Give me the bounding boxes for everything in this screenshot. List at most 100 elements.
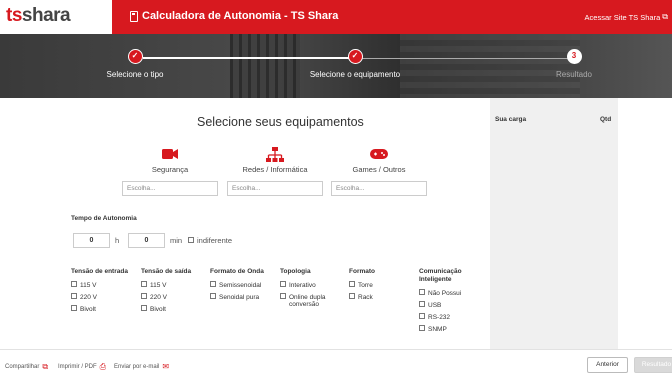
checkbox[interactable] [210,281,216,288]
filter-option[interactable]: 115 V [71,281,136,289]
indifferent-checkbox-box[interactable] [188,237,194,244]
qty-header: Qtd [600,116,612,123]
checkbox[interactable] [71,293,77,300]
app-title: Calculadora de Autonomia - TS Shara [130,10,338,22]
filter-option[interactable]: Semissenoidal [210,281,278,289]
top-bar: tsshara Calculadora de Autonomia - TS Sh… [0,0,672,34]
hours-unit: h [115,236,120,245]
back-button[interactable]: Anterior [587,357,628,373]
logo[interactable]: tsshara [6,5,71,27]
category-security[interactable]: Segurança [120,147,220,174]
filter-option[interactable]: Interativo [280,281,344,289]
share-link[interactable]: Compartilhar ⧉ [5,362,48,372]
stepper-banner: ✓ Selecione o tipo ✓ Selecione o equipam… [0,34,672,98]
load-header: Sua carga [495,116,527,123]
checkbox[interactable] [349,281,355,288]
step-1-check-icon: ✓ [127,49,143,64]
filter-option[interactable]: Não Possui [419,289,481,297]
option-label: RS-232 [428,314,451,321]
checkbox[interactable] [419,325,425,332]
page-title: Selecione seus equipamentos [197,115,364,129]
checkbox[interactable] [71,305,77,312]
filter-option[interactable]: Online dupla conversão [280,293,344,308]
filter-communication: Comunicação Inteligente Não Possui USB R… [419,268,481,338]
security-select[interactable]: Escolha... [122,181,218,196]
category-games[interactable]: Games / Outros [329,147,429,174]
option-label: Senoidal pura [219,294,260,301]
filter-option[interactable]: RS-232 [419,313,481,321]
step-2-check-icon: ✓ [347,49,363,64]
indifferent-checkbox[interactable]: indiferente [188,236,232,245]
option-label: USB [428,302,442,309]
filter-option[interactable]: Bivolt [141,305,206,313]
network-select[interactable]: Escolha... [227,181,323,196]
email-label: Enviar por e-mail [114,363,160,370]
filter-title: Comunicação Inteligente [419,268,462,283]
hours-input[interactable]: 0 [73,233,110,248]
filter-waveform: Formato de Onda Semissenoidal Senoidal p… [210,268,278,306]
filter-output-voltage: Tensão de saída 115 V 220 V Bivolt [141,268,206,318]
option-label: Torre [358,282,373,289]
checkbox[interactable] [419,289,425,296]
share-label: Compartilhar [5,364,40,370]
filter-option[interactable]: Bivolt [71,305,136,313]
step-1[interactable]: ✓ Selecione o tipo [75,49,195,79]
step-2[interactable]: ✓ Selecione o equipamento [295,49,415,79]
indifferent-label: indiferente [197,236,233,245]
external-link-icon: ⧉ [662,12,668,21]
step-2-label: Selecione o equipamento [309,70,401,79]
minutes-unit: min [170,236,183,245]
filter-option[interactable]: Senoidal pura [210,293,278,301]
filter-title: Formato [349,268,375,275]
checkbox[interactable] [419,301,425,308]
category-network[interactable]: Redes / Informática [225,147,325,174]
category-network-label: Redes / Informática [242,165,308,174]
filter-option[interactable]: 115 V [141,281,206,289]
site-link[interactable]: Acessar Site TS Shara ⧉ [585,12,668,22]
print-link[interactable]: Imprimir / PDF ⎙ [58,362,106,372]
option-label: 115 V [80,282,97,289]
step-3-number: 3 [566,49,582,64]
share-icon: ⧉ [42,362,49,371]
option-label: Semissenoidal [219,282,262,289]
filter-title: Tensão de entrada [71,268,128,275]
email-icon: ✉ [162,362,170,371]
step-3[interactable]: 3 Resultado [514,49,634,79]
filter-option[interactable]: Torre [349,281,409,289]
checkbox[interactable] [141,293,147,300]
checkbox[interactable] [71,281,77,288]
games-select[interactable]: Escolha... [331,181,427,196]
checkbox[interactable] [141,305,147,312]
filter-title: Topologia [280,268,311,275]
option-label: Não Possui [428,290,462,297]
autonomy-title: Tempo de Autonomia [71,215,137,222]
step-1-label: Selecione o tipo [106,70,164,79]
filter-option[interactable]: 220 V [71,293,136,301]
checkbox[interactable] [280,293,286,299]
filter-option[interactable]: USB [419,301,481,309]
option-label: Interativo [289,282,316,289]
result-button[interactable]: Resultado [634,357,672,373]
camera-icon [120,147,220,163]
filter-option[interactable]: Rack [349,293,409,301]
email-link[interactable]: Enviar por e-mail ✉ [114,362,169,371]
option-label: SNMP [428,326,447,333]
load-sidebar [490,98,618,349]
filter-option[interactable]: 220 V [141,293,206,301]
logo-ts: ts [6,5,22,26]
app-title-text: Calculadora de Autonomia - TS Shara [142,10,339,22]
option-label: 115 V [150,282,167,289]
checkbox[interactable] [419,313,425,320]
site-link-text[interactable]: Acessar Site TS Shara [585,13,661,22]
checkbox[interactable] [210,293,216,300]
minutes-input[interactable]: 0 [128,233,165,248]
option-label: 220 V [150,294,167,301]
filter-title: Tensão de saída [141,268,192,275]
option-label: Bivolt [150,306,166,313]
filter-option[interactable]: SNMP [419,325,481,333]
checkbox[interactable] [349,293,355,300]
filter-title: Formato de Onda [210,268,264,275]
checkbox[interactable] [280,281,286,288]
checkbox[interactable] [141,281,147,288]
filter-topology: Topologia Interativo Online dupla conver… [280,268,344,313]
